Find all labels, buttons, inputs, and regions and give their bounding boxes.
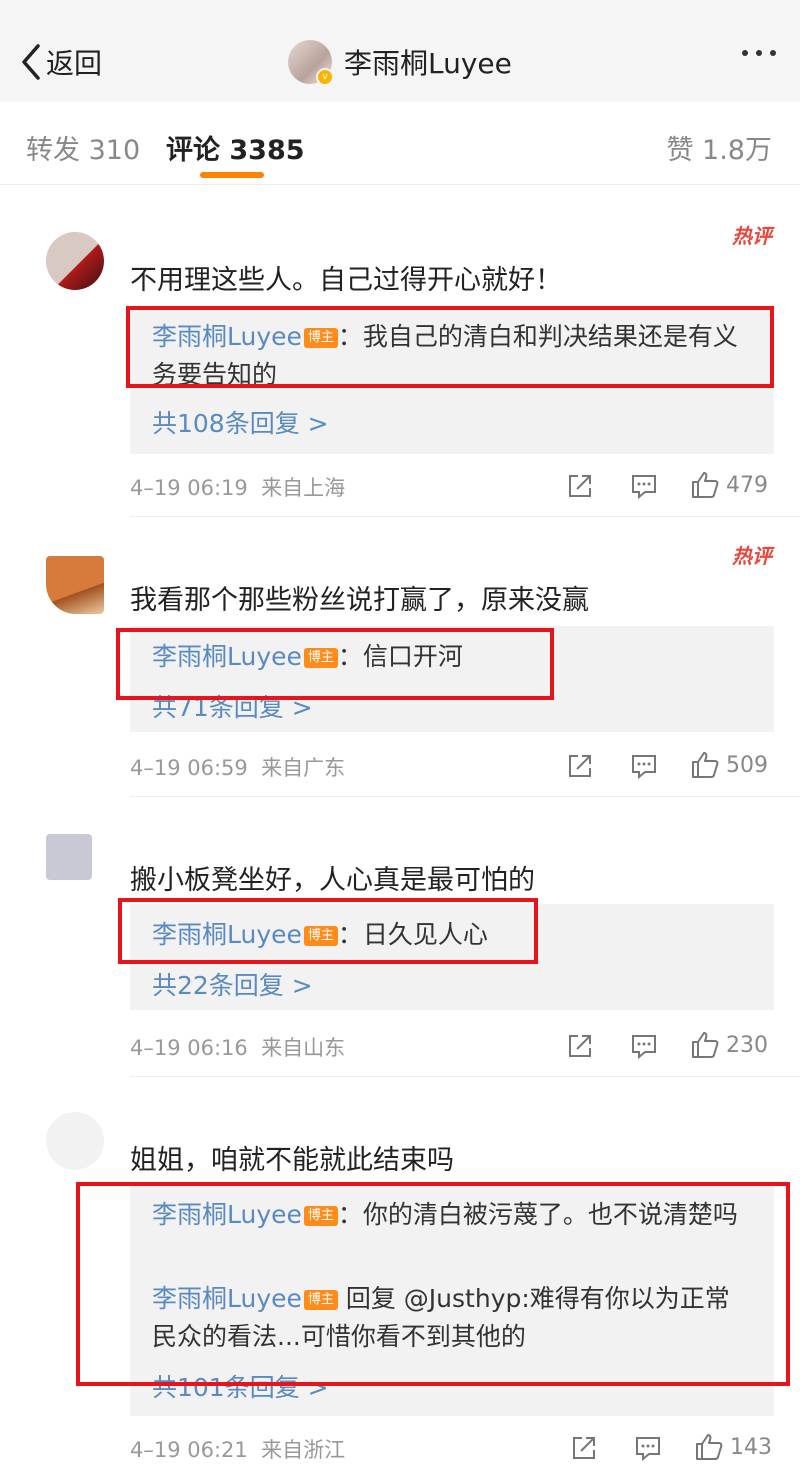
comment-actions: 479 <box>566 472 776 502</box>
like-button[interactable]: 479 <box>690 470 768 500</box>
comment-meta: 4–19 06:21 来自浙江 <box>130 1434 345 1464</box>
share-icon[interactable] <box>566 472 594 500</box>
like-count: 509 <box>726 752 768 778</box>
comment-actions: 143 <box>570 1434 780 1464</box>
thumbs-up-icon <box>692 1032 719 1058</box>
thumbs-up-icon <box>692 472 719 498</box>
comment-meta: 4–19 06:19 来自上海 <box>130 472 345 502</box>
profile-title[interactable]: v 李雨桐Luyee <box>288 38 512 86</box>
comment-text: 姐姐，咱就不能就此结束吗 <box>130 1145 454 1176</box>
comment-meta: 4–19 06:59 来自广东 <box>130 752 345 782</box>
like-count: 479 <box>726 472 768 498</box>
comment-time: 4–19 06:16 <box>130 1036 248 1060</box>
comment-actions: 230 <box>566 1032 776 1062</box>
avatar[interactable]: v <box>288 40 334 86</box>
comment-time: 4–19 06:21 <box>130 1438 248 1462</box>
back-label: 返回 <box>46 47 103 80</box>
tab-repost[interactable]: 转发 310 <box>26 128 140 167</box>
share-icon[interactable] <box>570 1434 598 1462</box>
like-button[interactable]: 143 <box>694 1432 772 1462</box>
comment-icon[interactable] <box>630 472 658 500</box>
avatar[interactable] <box>46 556 104 614</box>
like-button[interactable]: 230 <box>690 1030 768 1060</box>
more-replies-link[interactable]: 共108条回复 > <box>152 404 329 440</box>
hot-comment-badge: 热评 <box>732 544 772 568</box>
like-count: 230 <box>726 1032 768 1058</box>
page-title: 李雨桐Luyee <box>344 47 512 80</box>
thumbs-up-icon <box>692 752 719 778</box>
highlight-box <box>76 1182 790 1386</box>
tab-like[interactable]: 赞 1.8万 <box>666 128 772 167</box>
share-icon[interactable] <box>566 752 594 780</box>
nav-bar: 返回 v 李雨桐Luyee <box>0 0 800 102</box>
thumbs-up-icon <box>696 1434 723 1460</box>
comment-meta: 4–19 06:16 来自山东 <box>130 1032 345 1062</box>
comment-text: 搬小板凳坐好，人心真是最可怕的 <box>130 865 535 896</box>
avatar[interactable] <box>46 232 104 290</box>
comment-location: 来自山东 <box>261 1036 346 1060</box>
back-button[interactable]: 返回 <box>18 38 102 86</box>
divider <box>130 516 800 517</box>
avatar[interactable] <box>46 834 92 880</box>
verified-badge-icon: v <box>316 68 334 86</box>
like-button[interactable]: 509 <box>690 750 768 780</box>
avatar[interactable] <box>46 1112 104 1170</box>
comment-time: 4–19 06:59 <box>130 756 248 780</box>
divider <box>130 1076 800 1077</box>
comment-location: 来自广东 <box>261 756 346 780</box>
highlight-box <box>118 898 538 964</box>
highlight-box <box>126 306 774 388</box>
more-dots-icon[interactable] <box>742 50 776 56</box>
hot-comment-badge: 热评 <box>732 224 772 248</box>
comment-actions: 509 <box>566 752 776 782</box>
comment-icon[interactable] <box>630 1032 658 1060</box>
comment-time: 4–19 06:19 <box>130 476 248 500</box>
tab-bar: 转发 310 评论 3385 赞 1.8万 <box>0 102 800 185</box>
highlight-box <box>116 628 554 700</box>
tab-active-indicator <box>200 172 264 178</box>
comment-location: 来自上海 <box>261 476 346 500</box>
comment-location: 来自浙江 <box>261 1438 346 1462</box>
comment-icon[interactable] <box>634 1434 662 1462</box>
comment-text: 不用理这些人。自己过得开心就好！ <box>130 265 562 296</box>
divider <box>130 796 800 797</box>
like-count: 143 <box>730 1434 772 1460</box>
share-icon[interactable] <box>566 1032 594 1060</box>
chevron-left-icon <box>22 44 40 80</box>
comment-icon[interactable] <box>630 752 658 780</box>
comment-text: 我看那个那些粉丝说打赢了，原来没赢 <box>130 585 589 616</box>
more-replies-link[interactable]: 共22条回复 > <box>152 966 313 1002</box>
